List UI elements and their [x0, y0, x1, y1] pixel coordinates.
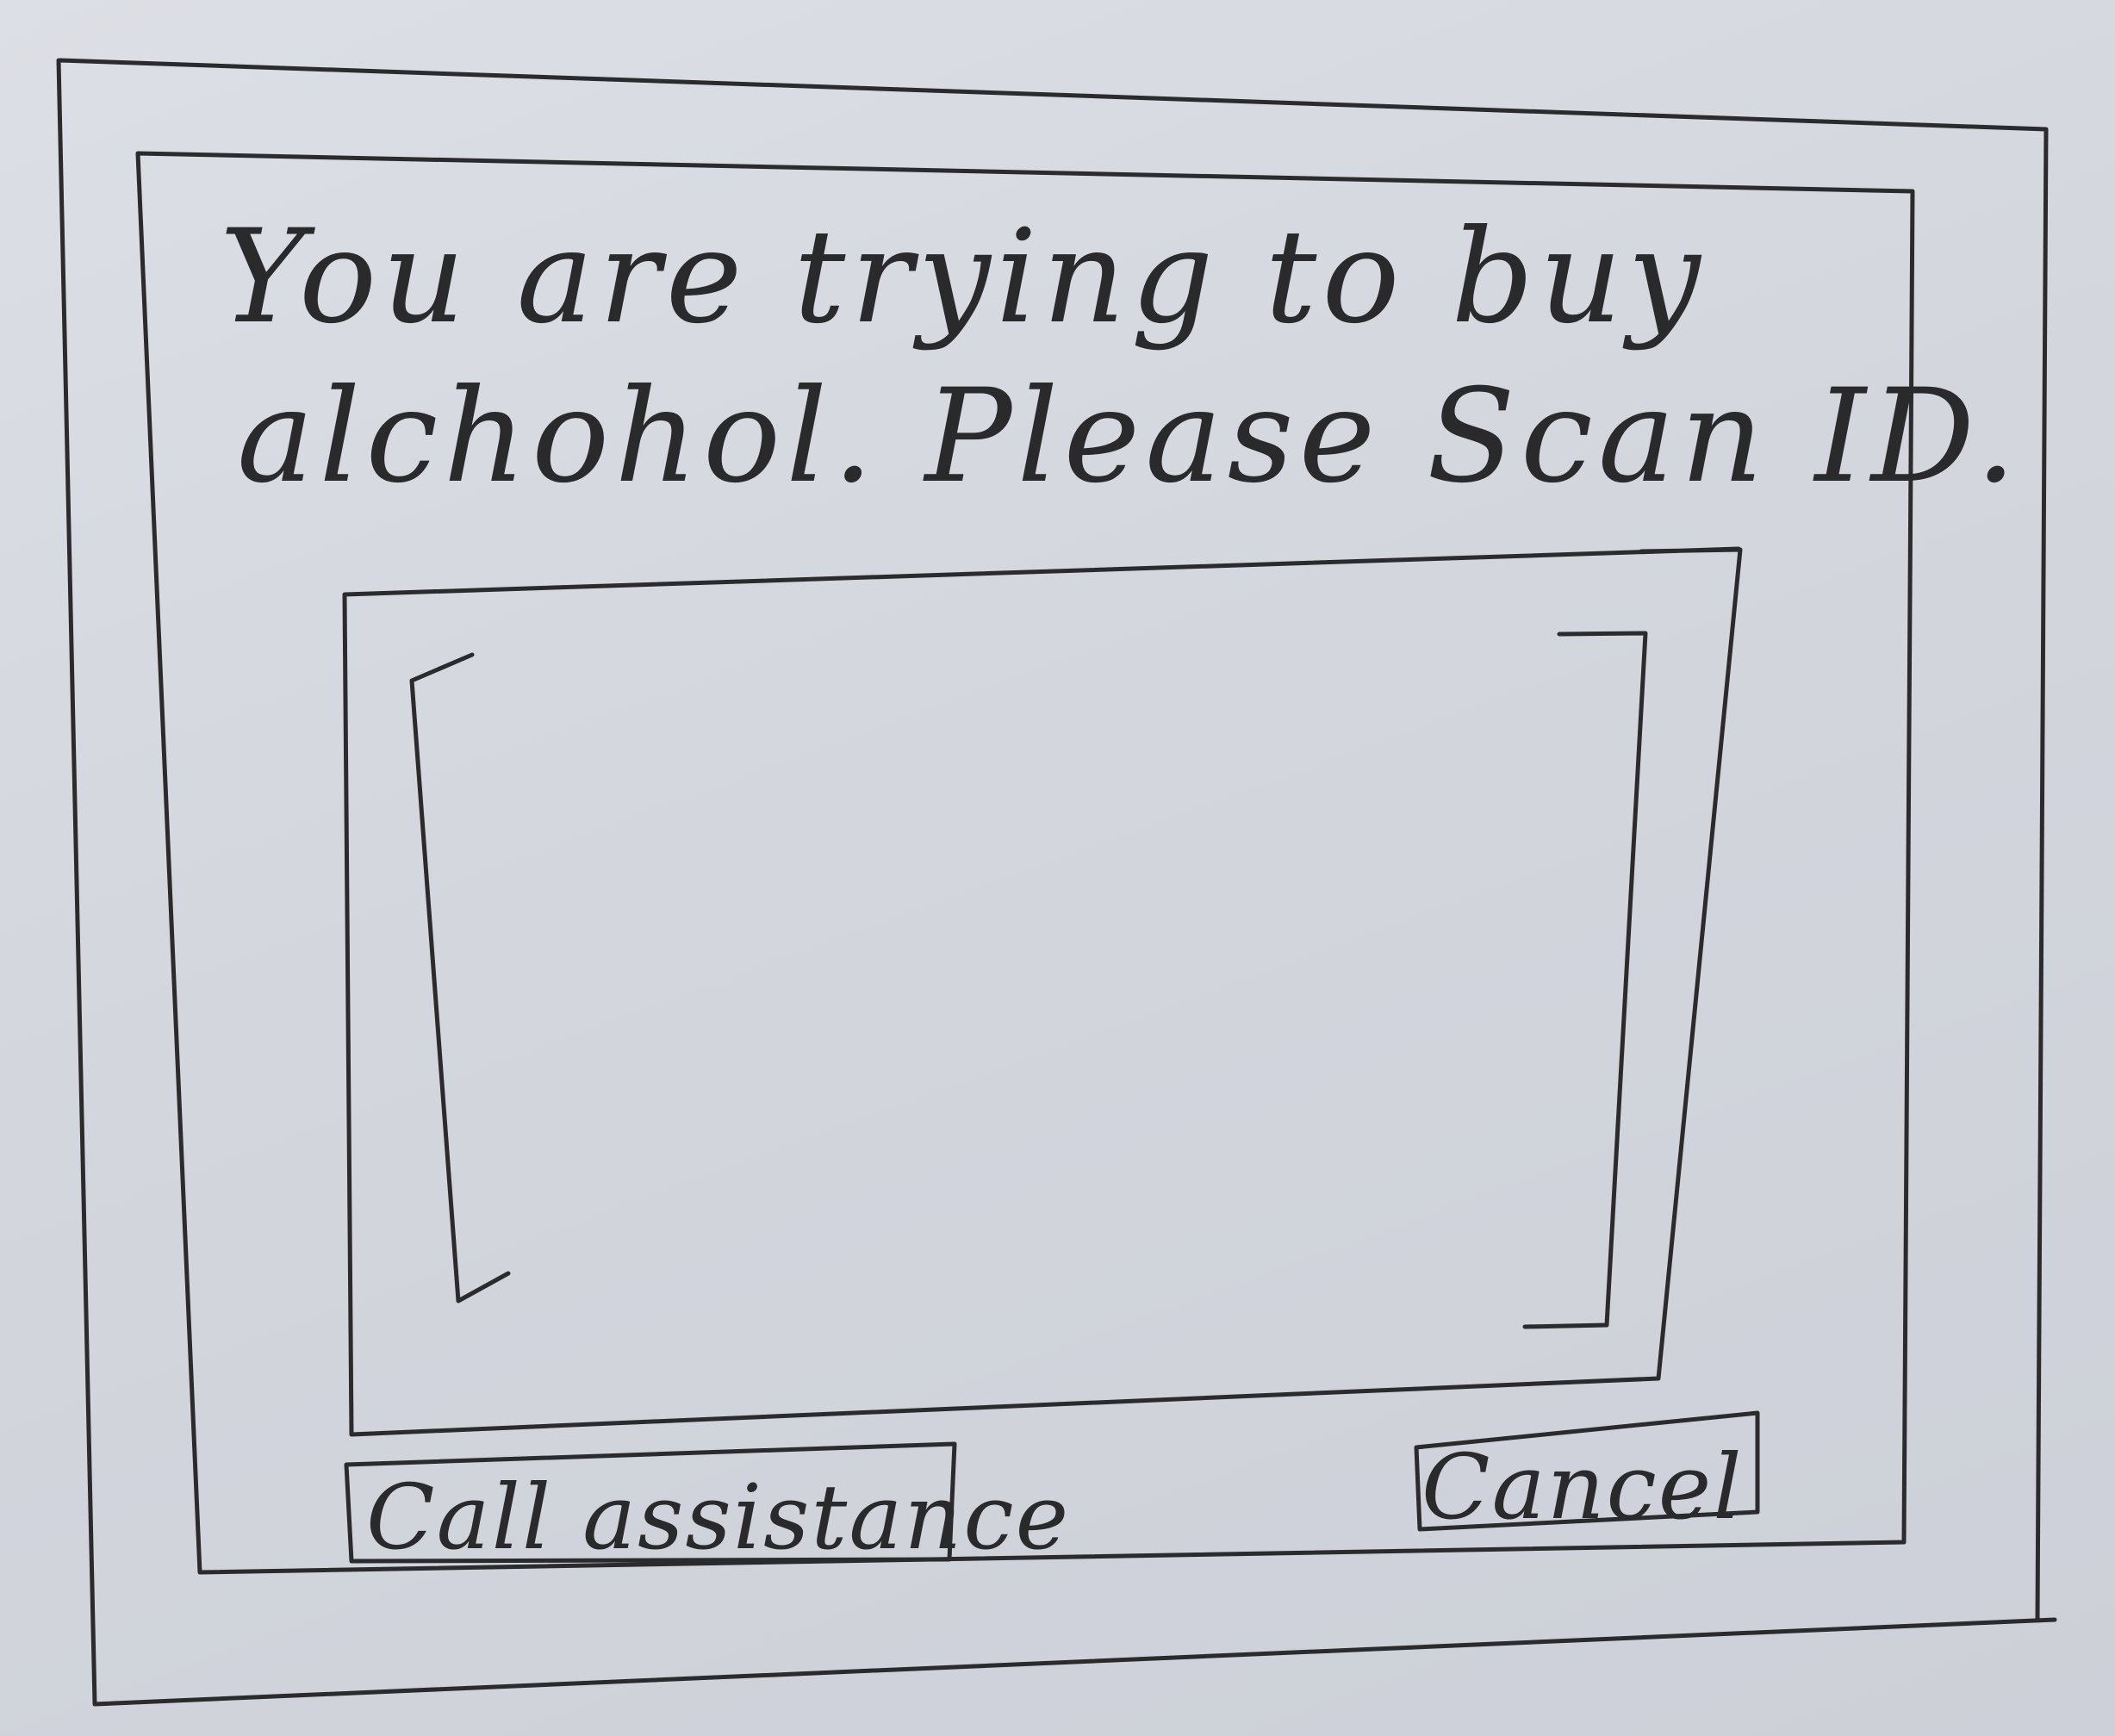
- cancel-label: Cancel: [1421, 1434, 1744, 1540]
- prompt-line-2: alchohol. Please Scan ID.: [237, 362, 2022, 512]
- scan-target-right-bracket: [1522, 631, 1648, 1329]
- id-scan-panel: [342, 546, 1743, 1437]
- call-assistance-label: Call assistance: [366, 1465, 1071, 1570]
- scan-target-left-bracket: [409, 652, 511, 1304]
- sketch-paper: You are trying to buy alchohol. Please S…: [0, 0, 2115, 1736]
- prompt-line-1: You are trying to buy: [220, 202, 1706, 352]
